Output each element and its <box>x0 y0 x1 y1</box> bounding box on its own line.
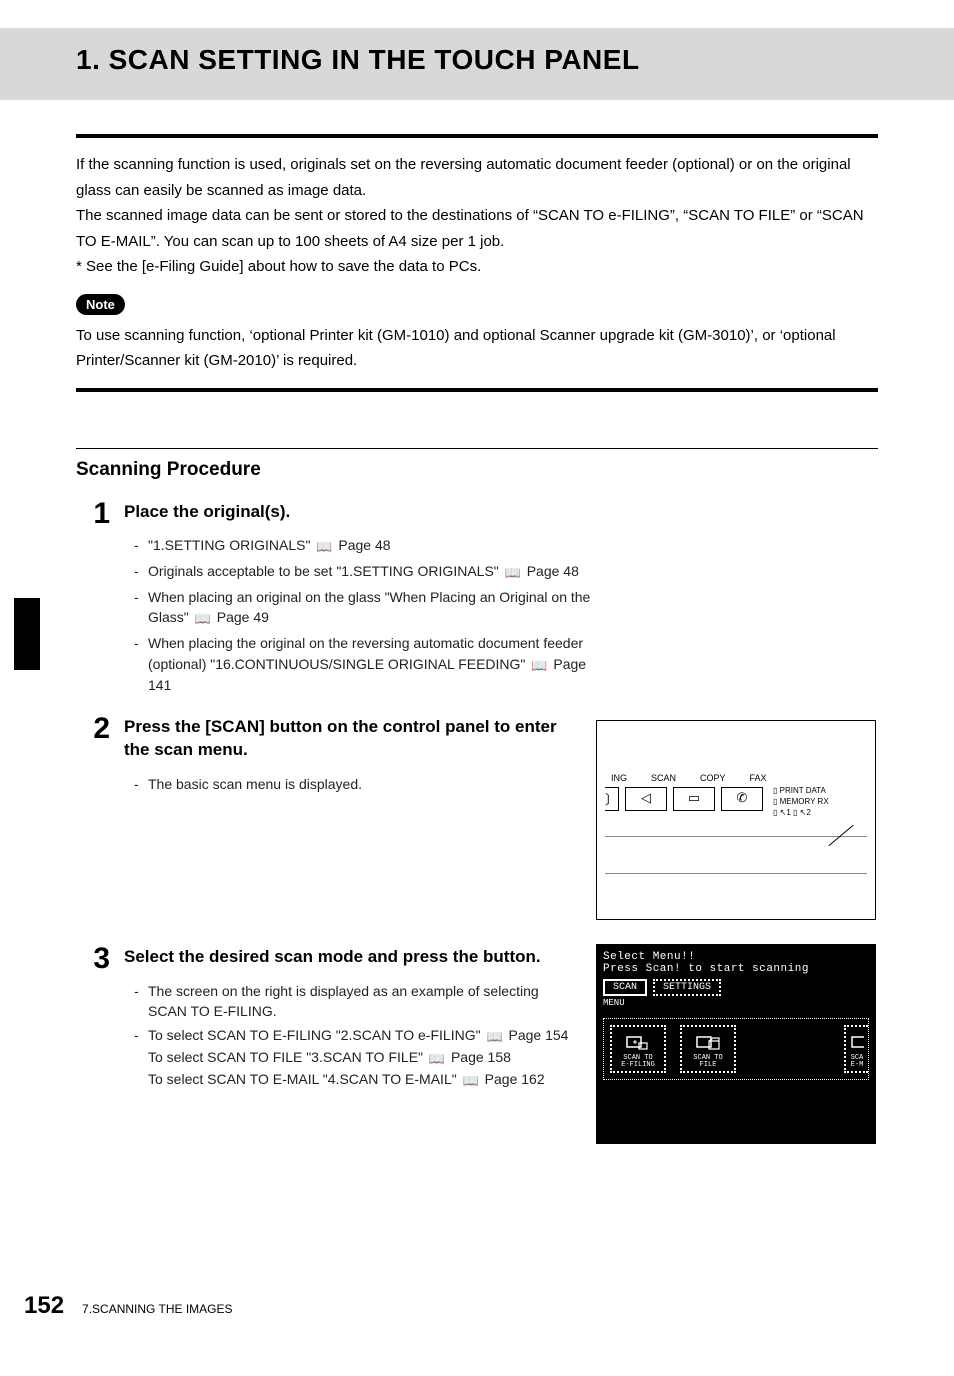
step-2-number: 2 <box>86 714 110 798</box>
book-icon: 📖 <box>314 538 334 557</box>
panel-label-scan: SCAN <box>651 773 676 783</box>
s1-b1: "1.SETTING ORIGINALS" 📖 Page 48 <box>134 535 604 557</box>
step-2-bullets: The basic scan menu is displayed. <box>124 774 576 794</box>
step-3-bullets: The screen on the right is displayed as … <box>124 981 576 1091</box>
step-1: 1 Place the original(s). "1.SETTING ORIG… <box>76 499 878 700</box>
panel2-tabbar: SCAN SETTINGS <box>603 979 869 996</box>
panel-label-fax: FAX <box>750 773 767 783</box>
step-1-title: Place the original(s). <box>124 501 604 524</box>
panel-btn-copy: ▭ <box>673 787 715 811</box>
panel-side-labels: ▯ PRINT DATA ▯ MEMORY RX ▯ ↖1 ▯ ↖2 <box>769 785 829 819</box>
side-thumb-tab <box>14 598 40 670</box>
book-icon: 📖 <box>503 564 523 583</box>
s1-b3: When placing an original on the glass "W… <box>134 587 604 629</box>
s2-b1: The basic scan menu is displayed. <box>134 774 576 794</box>
book-icon: 📖 <box>484 1028 504 1047</box>
page-number: 152 <box>24 1292 64 1320</box>
intro-p1: If the scanning function is used, origin… <box>76 152 878 203</box>
icon-scan-to-email-cut: SCAE-M <box>844 1025 868 1073</box>
panel2-line2: Press Scan! to start scanning <box>603 963 869 975</box>
intro-p3: * See the [e-Filing Guide] about how to … <box>76 254 878 280</box>
chapter-label: 7.SCANNING THE IMAGES <box>82 1302 232 1316</box>
rule-bottom <box>76 388 878 392</box>
step-3-title: Select the desired scan mode and press t… <box>124 946 576 969</box>
page-header: 1. SCAN SETTING IN THE TOUCH PANEL <box>0 28 954 100</box>
page-title: 1. SCAN SETTING IN THE TOUCH PANEL <box>76 44 932 76</box>
book-icon: 📖 <box>461 1072 481 1091</box>
s3-b2: To select SCAN TO E-FILING "2.SCAN TO e-… <box>134 1025 576 1091</box>
book-icon: 📖 <box>193 610 213 629</box>
icon-scan-to-file: SCAN TOFILE <box>680 1025 736 1073</box>
panel-btn-partial: 〕 <box>605 787 619 811</box>
step-1-bullets: "1.SETTING ORIGINALS" 📖 Page 48 Original… <box>124 535 604 695</box>
page-footer: 152 7.SCANNING THE IMAGES <box>24 1292 233 1320</box>
book-icon: 📖 <box>529 657 549 676</box>
book-icon: 📖 <box>427 1050 447 1069</box>
intro-p2: The scanned image data can be sent or st… <box>76 203 878 254</box>
section-title: Scanning Procedure <box>76 459 878 481</box>
intro-block: If the scanning function is used, origin… <box>76 152 878 280</box>
scan-icon-row: SCAN TOE-FILING SCAN TOFILE SCAE-M <box>603 1018 869 1080</box>
s1-b2: Originals acceptable to be set "1.SETTIN… <box>134 561 604 583</box>
note-text: To use scanning function, ‘optional Prin… <box>76 323 878 374</box>
step-1-number: 1 <box>86 499 110 529</box>
panel-label-copy: COPY <box>700 773 726 783</box>
panel2-line1: Select Menu!! <box>603 951 869 963</box>
rule-top <box>76 134 878 138</box>
section-rule <box>76 448 878 449</box>
icon-scan-to-efiling: SCAN TOE-FILING <box>610 1025 666 1073</box>
step-3-row: 3 Select the desired scan mode and press… <box>76 944 878 1144</box>
tab-settings: SETTINGS <box>653 979 721 996</box>
tab-scan: SCAN <box>603 979 647 996</box>
step-3-number: 3 <box>86 944 110 1095</box>
panel2-menu: MENU <box>603 998 869 1008</box>
s3-b1: The screen on the right is displayed as … <box>134 981 576 1022</box>
s1-b4: When placing the original on the reversi… <box>134 633 604 695</box>
step-2-title: Press the [SCAN] button on the control p… <box>124 716 576 762</box>
panel-label-ing: ING <box>611 773 627 783</box>
diagonal-line <box>825 821 855 851</box>
panel-btn-fax: ✆ <box>721 787 763 811</box>
control-panel-illustration: ING SCAN COPY FAX 〕 ◁ ▭ ✆ ▯ PRINT DATA ▯… <box>596 720 876 920</box>
step-2-row: 2 Press the [SCAN] button on the control… <box>76 714 878 920</box>
panel-btn-scan: ◁ <box>625 787 667 811</box>
note-pill: Note <box>76 294 125 315</box>
touch-panel-illustration: Select Menu!! Press Scan! to start scann… <box>596 944 876 1144</box>
